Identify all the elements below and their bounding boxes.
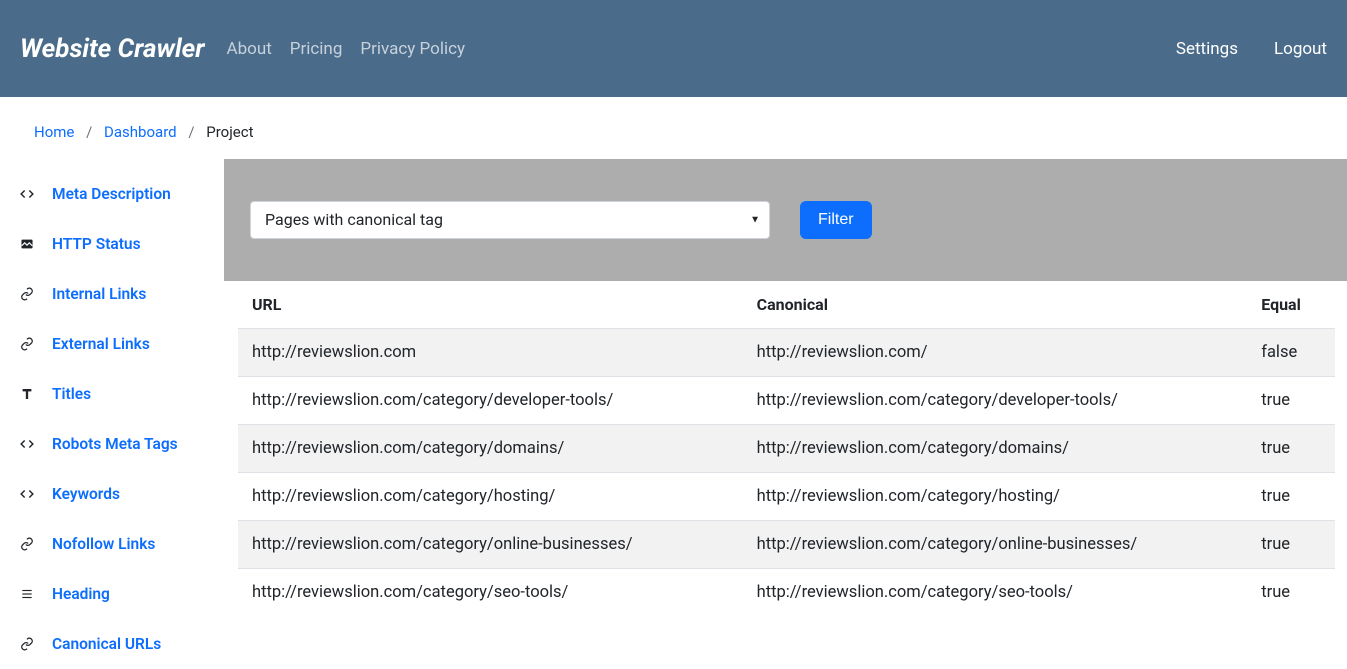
cell-url: http://reviewslion.com/category/domains/ (238, 425, 743, 473)
sidebar-item-label: Robots Meta Tags (52, 435, 178, 453)
breadcrumb-dashboard[interactable]: Dashboard (104, 123, 177, 141)
filter-select[interactable]: Pages with canonical tag (250, 201, 770, 239)
sidebar-item-http-status[interactable]: HTTP Status (0, 219, 224, 269)
breadcrumb: Home / Dashboard / Project (0, 97, 1347, 159)
cell-equal: true (1247, 377, 1335, 425)
cell-equal: true (1247, 473, 1335, 521)
breadcrumb-sep: / (78, 123, 100, 141)
cell-url: http://reviewslion.com/category/hosting/ (238, 473, 743, 521)
sidebar-item-external-links[interactable]: External Links (0, 319, 224, 369)
list-icon (18, 587, 36, 601)
link-icon (18, 637, 36, 651)
sidebar-item-label: Heading (52, 585, 110, 603)
cell-url: http://reviewslion.com/category/online-b… (238, 521, 743, 569)
brand-logo[interactable]: Website Crawler (20, 34, 205, 64)
results-table: URL Canonical Equal http://reviewslion.c… (238, 281, 1335, 616)
main-content: Pages with canonical tag ▼ Filter URL Ca… (224, 159, 1347, 669)
cell-url: http://reviewslion.com/category/develope… (238, 377, 743, 425)
sidebar-item-keywords[interactable]: Keywords (0, 469, 224, 519)
sidebar-item-label: Titles (52, 385, 91, 403)
table-header-row: URL Canonical Equal (238, 281, 1335, 329)
sidebar-item-meta-description[interactable]: Meta Description (0, 169, 224, 219)
sidebar-item-internal-links[interactable]: Internal Links (0, 269, 224, 319)
filter-button[interactable]: Filter (800, 201, 872, 239)
nav-right: Settings Logout (1176, 39, 1327, 59)
filter-select-wrap: Pages with canonical tag ▼ (250, 201, 770, 239)
th-url: URL (238, 281, 743, 329)
cell-canonical: http://reviewslion.com/category/develope… (743, 377, 1248, 425)
sidebar-item-heading[interactable]: Heading (0, 569, 224, 619)
link-icon (18, 337, 36, 351)
cell-canonical: http://reviewslion.com/category/online-b… (743, 521, 1248, 569)
sidebar-item-nofollow-links[interactable]: Nofollow Links (0, 519, 224, 569)
nav-settings[interactable]: Settings (1176, 39, 1238, 59)
sidebar-item-titles[interactable]: Titles (0, 369, 224, 419)
code-icon (18, 437, 36, 451)
nav-left: About Pricing Privacy Policy (227, 39, 466, 59)
sidebar-item-label: Canonical URLs (52, 635, 161, 653)
nav-about[interactable]: About (227, 39, 272, 59)
top-header: Website Crawler About Pricing Privacy Po… (0, 0, 1347, 97)
nav-logout[interactable]: Logout (1274, 39, 1327, 59)
link-icon (18, 287, 36, 301)
nav-privacy[interactable]: Privacy Policy (360, 39, 465, 59)
cell-canonical: http://reviewslion.com/category/seo-tool… (743, 569, 1248, 617)
sidebar-item-label: Internal Links (52, 285, 146, 303)
th-canonical: Canonical (743, 281, 1248, 329)
breadcrumb-current: Project (206, 123, 253, 141)
cell-canonical: http://reviewslion.com/ (743, 329, 1248, 377)
table-row: http://reviewslion.com/category/seo-tool… (238, 569, 1335, 617)
cell-url: http://reviewslion.com (238, 329, 743, 377)
code-icon (18, 487, 36, 501)
breadcrumb-home[interactable]: Home (34, 123, 74, 141)
table-row: http://reviewslion.com/category/online-b… (238, 521, 1335, 569)
sidebar-item-label: Nofollow Links (52, 535, 155, 553)
sidebar-item-robots-meta-tags[interactable]: Robots Meta Tags (0, 419, 224, 469)
th-equal: Equal (1247, 281, 1335, 329)
cell-equal: false (1247, 329, 1335, 377)
cell-canonical: http://reviewslion.com/category/hosting/ (743, 473, 1248, 521)
sidebar-item-canonical-urls[interactable]: Canonical URLs (0, 619, 224, 669)
sidebar: Meta Description HTTP Status Internal Link… (0, 159, 224, 669)
table-body: http://reviewslion.comhttp://reviewslion… (238, 329, 1335, 617)
table-row: http://reviewslion.com/category/hosting/… (238, 473, 1335, 521)
breadcrumb-sep: / (180, 123, 202, 141)
sidebar-item-label: External Links (52, 335, 150, 353)
filter-bar: Pages with canonical tag ▼ Filter (224, 159, 1347, 281)
cell-canonical: http://reviewslion.com/category/domains/ (743, 425, 1248, 473)
cell-url: http://reviewslion.com/category/seo-tool… (238, 569, 743, 617)
link-icon (18, 537, 36, 551)
sidebar-item-label: Keywords (52, 485, 120, 503)
broken-icon (18, 237, 36, 251)
sidebar-item-label: Meta Description (52, 185, 171, 203)
code-icon (18, 187, 36, 201)
text-icon (18, 387, 36, 401)
sidebar-item-label: HTTP Status (52, 235, 141, 253)
cell-equal: true (1247, 521, 1335, 569)
table-row: http://reviewslion.com/category/domains/… (238, 425, 1335, 473)
nav-pricing[interactable]: Pricing (290, 39, 343, 59)
cell-equal: true (1247, 569, 1335, 617)
cell-equal: true (1247, 425, 1335, 473)
table-row: http://reviewslion.comhttp://reviewslion… (238, 329, 1335, 377)
table-row: http://reviewslion.com/category/develope… (238, 377, 1335, 425)
